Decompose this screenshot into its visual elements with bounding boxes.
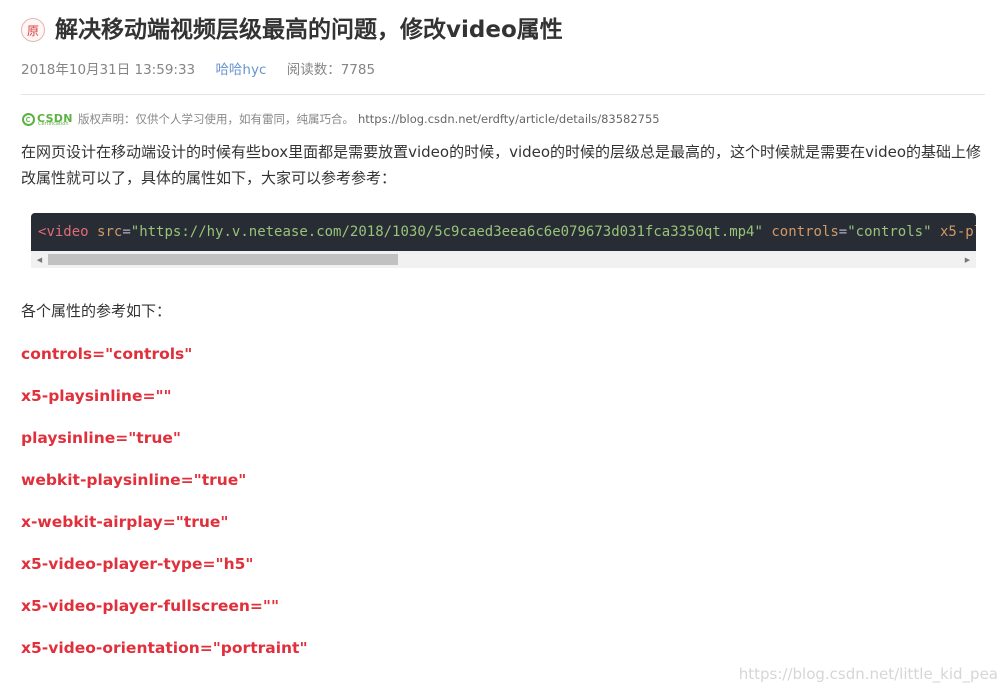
code-eq: = bbox=[122, 224, 131, 240]
read-count: 阅读数：7785 bbox=[286, 62, 376, 78]
original-badge: 原 bbox=[21, 18, 45, 42]
scroll-thumb[interactable] bbox=[48, 254, 398, 265]
code-line: <video src="https://hy.v.netease.com/201… bbox=[31, 213, 976, 251]
article-page: 原 解决移动端视频层级最高的问题，修改video属性 2018年10月31日 1… bbox=[0, 0, 1006, 691]
csdn-logo-icon: CSDN Certification bbox=[22, 110, 74, 128]
horizontal-scrollbar[interactable]: ◀ ▶ bbox=[31, 251, 976, 268]
copyright-notice: CSDN Certification 版权声明：仅供个人学习使用，如有雷同，纯属… bbox=[22, 110, 660, 128]
attribute-item: x5-video-player-type="h5" bbox=[21, 555, 254, 573]
csdn-logo-sub: Certification bbox=[38, 121, 69, 127]
intro-paragraph: 在网页设计在移动端设计的时候有些box里面都是需要放置video的时候，vide… bbox=[21, 143, 982, 187]
copyright-url[interactable]: https://blog.csdn.net/erdfty/article/det… bbox=[358, 112, 660, 126]
article-title: 解决移动端视频层级最高的问题，修改video属性 bbox=[55, 17, 563, 43]
code-block: <video src="https://hy.v.netease.com/201… bbox=[31, 213, 976, 268]
code-attr-controls: controls bbox=[771, 224, 839, 240]
code-src-value: "https://hy.v.netease.com/2018/1030/5c9c… bbox=[130, 224, 763, 240]
divider bbox=[21, 94, 985, 95]
code-controls-value: "controls" bbox=[847, 224, 932, 240]
code-attr-x5: x5-playsinline bbox=[939, 224, 976, 240]
code-eq-2: = bbox=[838, 224, 848, 240]
publish-date: 2018年10月31日 13:59:33 bbox=[21, 62, 196, 78]
copyright-text: 版权声明：仅供个人学习使用，如有雷同，纯属巧合。 bbox=[78, 112, 354, 126]
attribute-item: x-webkit-airplay="true" bbox=[21, 513, 229, 531]
attribute-item: x5-video-orientation="portraint" bbox=[21, 639, 308, 657]
attribute-item: playsinline="true" bbox=[21, 429, 181, 447]
code-tag: video bbox=[46, 224, 89, 240]
watermark: https://blog.csdn.net/little_kid_pea bbox=[738, 665, 998, 683]
code-attr-src: src bbox=[97, 224, 123, 240]
attribute-item: webkit-playsinline="true" bbox=[21, 471, 247, 489]
attribute-list: controls="controls" x5-playsinline="" pl… bbox=[21, 342, 308, 678]
attribute-item: x5-playsinline="" bbox=[21, 387, 172, 405]
article-meta: 2018年10月31日 13:59:33 哈哈hyc 阅读数：7785 bbox=[21, 58, 375, 78]
scroll-left-arrow-icon[interactable]: ◀ bbox=[31, 251, 48, 268]
attributes-intro: 各个属性的参考如下： bbox=[21, 302, 172, 320]
scroll-right-arrow-icon[interactable]: ▶ bbox=[959, 251, 976, 268]
attribute-item: controls="controls" bbox=[21, 345, 193, 363]
title-row: 原 解决移动端视频层级最高的问题，修改video属性 bbox=[21, 14, 563, 46]
attribute-item: x5-video-player-fullscreen="" bbox=[21, 597, 280, 615]
author-link[interactable]: 哈哈hyc bbox=[215, 62, 266, 78]
